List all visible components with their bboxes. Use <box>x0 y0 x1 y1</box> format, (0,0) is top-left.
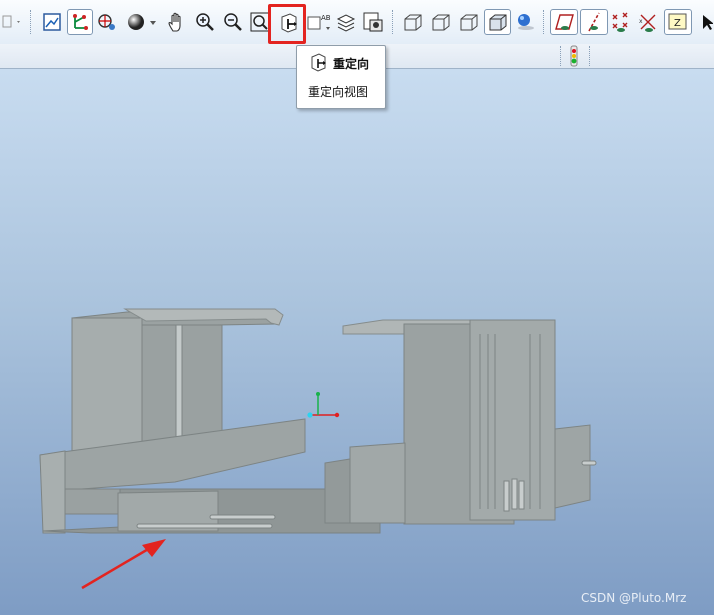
datum-axes-icon[interactable] <box>580 9 608 35</box>
shading-sphere-icon[interactable] <box>124 9 158 35</box>
model-viewport[interactable] <box>0 69 714 615</box>
no-hidden-icon[interactable] <box>457 9 481 35</box>
reorient-icon <box>309 52 329 76</box>
datum-display-icon[interactable] <box>67 9 93 35</box>
watermark: CSDN @Pluto.Mrz <box>581 591 687 605</box>
reorient-highlight-box <box>268 4 306 44</box>
appearance-icon[interactable] <box>513 9 537 35</box>
view-manager-icon[interactable] <box>40 9 64 35</box>
pan-hand-icon[interactable] <box>165 9 189 35</box>
shading-cube-icon[interactable] <box>484 9 511 35</box>
toolbar-separator <box>589 46 591 66</box>
reorient-tooltip: 重定向 重定向视图 <box>296 45 386 109</box>
zoom-out-icon[interactable] <box>221 9 245 35</box>
right-building-block <box>324 319 597 525</box>
zoom-in-icon[interactable] <box>193 9 217 35</box>
dropdown-arrow-icon[interactable] <box>0 9 24 35</box>
cad-model-drawing <box>39 308 597 590</box>
main-toolbar: AB x Z <box>0 0 714 45</box>
datum-points-icon[interactable] <box>609 9 633 35</box>
toolbar-separator <box>30 10 32 34</box>
svg-text:x: x <box>639 18 643 25</box>
wireframe-icon[interactable] <box>401 9 425 35</box>
toolbar-separator <box>560 46 562 66</box>
saved-views-icon[interactable] <box>361 9 385 35</box>
datum-planes-icon[interactable] <box>550 9 578 35</box>
toolbar-separator <box>543 10 545 34</box>
traffic-light-icon <box>564 44 584 68</box>
layers-icon[interactable] <box>334 9 358 35</box>
coordinate-systems-icon[interactable]: x <box>637 9 661 35</box>
tooltip-description: 重定向视图 <box>308 85 369 99</box>
hidden-line-icon[interactable] <box>429 9 453 35</box>
svg-text:AB: AB <box>321 14 331 22</box>
toolbar-separator <box>392 10 394 34</box>
sketch-icon[interactable]: Z <box>664 9 692 35</box>
coordinate-triad-icon <box>307 392 340 418</box>
tooltip-title: 重定向 <box>333 57 370 71</box>
svg-text:Z: Z <box>674 18 681 29</box>
red-pointer-arrow <box>81 539 166 590</box>
spin-center-icon[interactable] <box>95 9 119 35</box>
annotation-display-icon[interactable]: AB <box>305 9 333 35</box>
select-arrow-icon[interactable] <box>700 9 714 35</box>
